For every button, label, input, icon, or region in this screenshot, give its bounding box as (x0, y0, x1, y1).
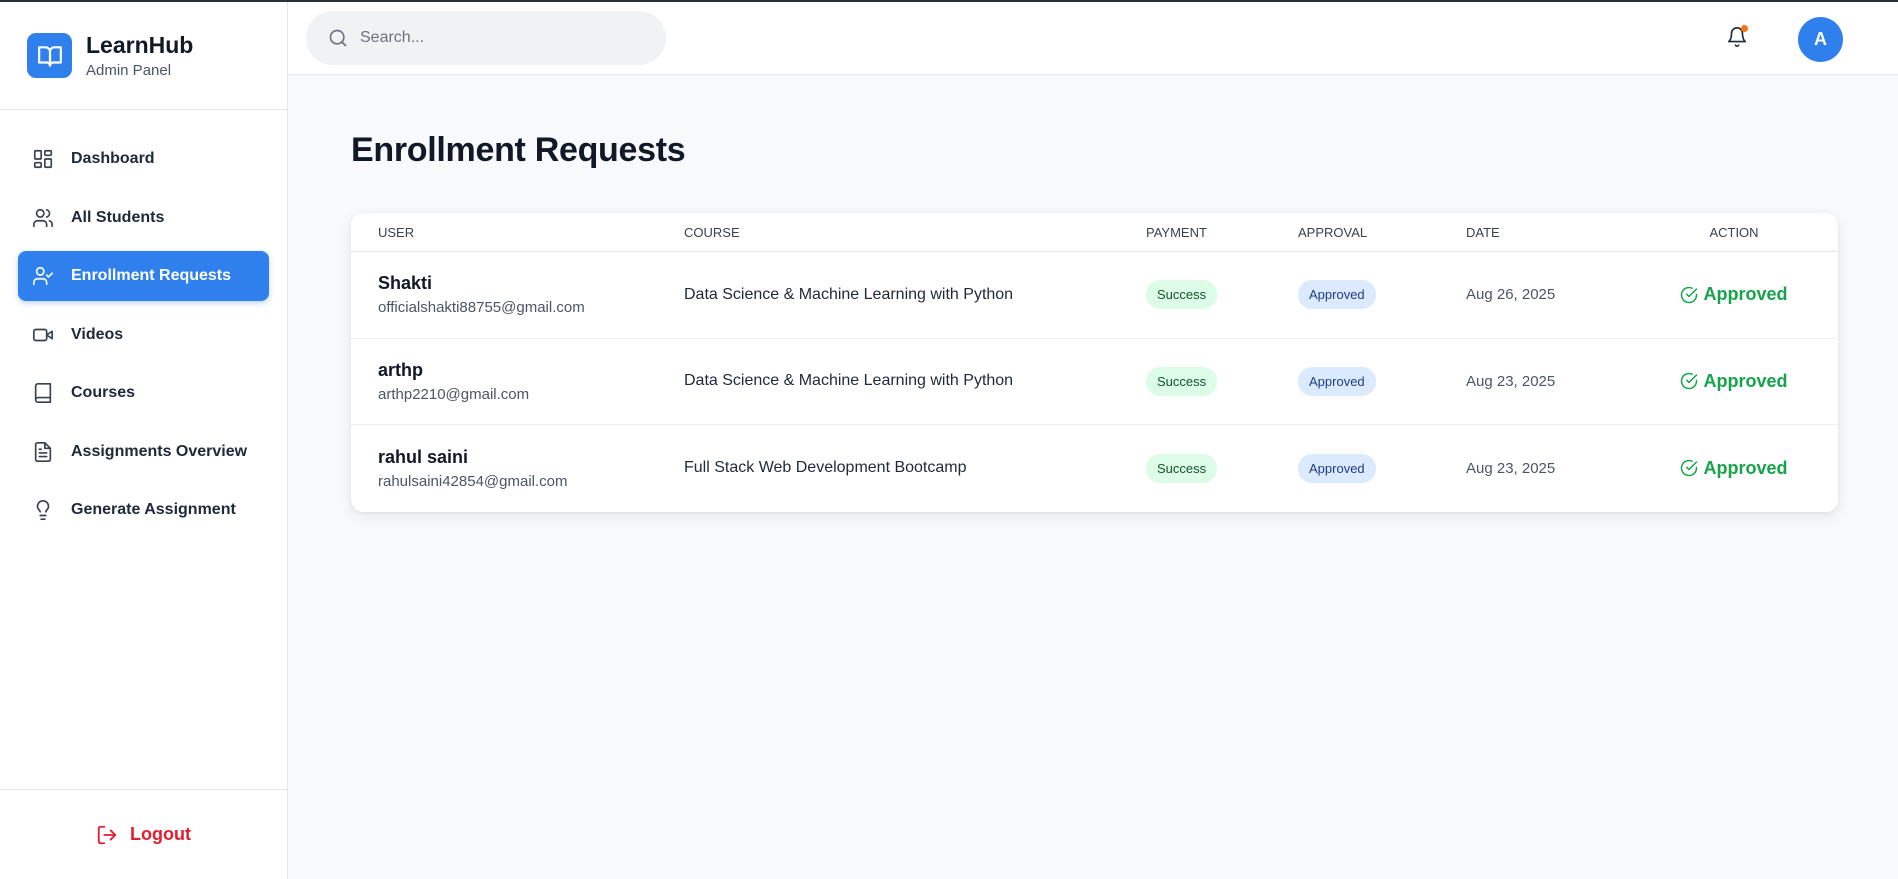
user-name: rahul saini (378, 446, 469, 467)
avatar[interactable]: A (1798, 17, 1843, 62)
enrollment-date: Aug 26, 2025 (1466, 286, 1556, 304)
user-email: officialshakti88755@gmail.com (378, 299, 585, 317)
sidebar-item-all-students[interactable]: All Students (18, 193, 269, 243)
sidebar-item-videos[interactable]: Videos (18, 310, 269, 360)
sidebar-item-label: Assignments Overview (71, 442, 248, 460)
sidebar-item-label: Generate Assignment (71, 501, 236, 518)
column-header-user: USER (378, 224, 415, 240)
action-status: Approved (1680, 457, 1788, 479)
file-text-icon (31, 440, 55, 464)
table-row: Shakti officialshakti88755@gmail.com Dat… (351, 252, 1838, 339)
sidebar-item-label: Courses (71, 384, 136, 401)
action-status: Approved (1680, 284, 1788, 305)
sidebar-item-label: Videos (71, 325, 124, 343)
sidebar-nav: Dashboard All Students Enrollment Reques… (0, 110, 287, 535)
brand-name: LearnHub (86, 32, 194, 58)
sidebar-item-label: Dashboard (71, 150, 155, 167)
approval-status-badge: Approved (1298, 453, 1376, 483)
book-icon (31, 381, 55, 405)
check-circle-icon (1680, 372, 1698, 390)
notification-dot (1741, 25, 1748, 32)
brand-subtitle: Admin Panel (86, 62, 172, 79)
brand: LearnHub Admin Panel (0, 2, 287, 110)
search-bar[interactable] (306, 11, 666, 65)
user-email: arthp2210@gmail.com (378, 385, 530, 403)
sidebar-item-label: Enrollment Requests (71, 267, 232, 284)
column-header-course: COURSE (684, 224, 740, 240)
logout-label: Logout (130, 824, 191, 844)
notifications-button[interactable] (1724, 24, 1750, 50)
top-bar: A (288, 2, 1898, 75)
approval-status-badge: Approved (1298, 280, 1376, 310)
table-header: USER COURSE PAYMENT APPROVAL DATE ACTION (351, 213, 1838, 252)
table-row: rahul saini rahulsaini42854@gmail.com Fu… (351, 425, 1838, 512)
video-icon (31, 323, 55, 347)
logout-icon (96, 824, 118, 846)
column-header-action: ACTION (1709, 224, 1759, 240)
grid-icon (31, 147, 55, 171)
payment-status-badge: Success (1146, 453, 1218, 483)
sidebar-footer: Logout (0, 789, 287, 879)
payment-status-badge: Success (1146, 366, 1218, 396)
user-check-icon (31, 264, 55, 288)
action-label: Approved (1703, 370, 1788, 391)
lightbulb-icon (31, 498, 55, 522)
enrollment-date: Aug 23, 2025 (1466, 372, 1556, 390)
action-label: Approved (1703, 284, 1788, 305)
course-name: Full Stack Web Development Bootcamp (684, 459, 967, 477)
sidebar-item-generate-assignment[interactable]: Generate Assignment (18, 485, 269, 535)
user-name: arthp (378, 359, 423, 380)
sidebar-item-courses[interactable]: Courses (18, 368, 269, 418)
users-icon (31, 206, 55, 230)
action-label: Approved (1703, 457, 1788, 478)
user-name: Shakti (378, 273, 433, 294)
user-email: rahulsaini42854@gmail.com (378, 472, 568, 490)
logout-button[interactable]: Logout (96, 824, 191, 846)
check-circle-icon (1680, 286, 1698, 304)
book-open-icon (27, 33, 72, 78)
sidebar-item-enrollment-requests[interactable]: Enrollment Requests (18, 251, 269, 301)
column-header-approval: APPROVAL (1298, 224, 1368, 240)
search-input[interactable] (358, 28, 648, 48)
column-header-date: DATE (1466, 224, 1500, 240)
approval-status-badge: Approved (1298, 366, 1376, 396)
column-header-payment: PAYMENT (1146, 224, 1207, 240)
action-status: Approved (1680, 370, 1788, 392)
check-circle-icon (1680, 459, 1698, 477)
sidebar-item-dashboard[interactable]: Dashboard (18, 134, 269, 184)
table-row: arthp arthp2210@gmail.com Data Science &… (351, 339, 1838, 425)
page-title: Enrollment Requests (351, 131, 686, 169)
sidebar-item-assignments-overview[interactable]: Assignments Overview (18, 427, 269, 477)
course-name: Data Science & Machine Learning with Pyt… (684, 285, 1014, 303)
sidebar: LearnHub Admin Panel Dashboard All Stude… (0, 2, 288, 879)
enrollment-date: Aug 23, 2025 (1466, 459, 1556, 477)
enrollment-table: USER COURSE PAYMENT APPROVAL DATE ACTION… (351, 213, 1838, 512)
payment-status-badge: Success (1146, 280, 1218, 310)
search-icon (328, 28, 348, 48)
sidebar-item-label: All Students (71, 208, 165, 226)
app-window: LearnHub Admin Panel Dashboard All Stude… (0, 0, 1898, 879)
course-name: Data Science & Machine Learning with Pyt… (684, 372, 1014, 390)
